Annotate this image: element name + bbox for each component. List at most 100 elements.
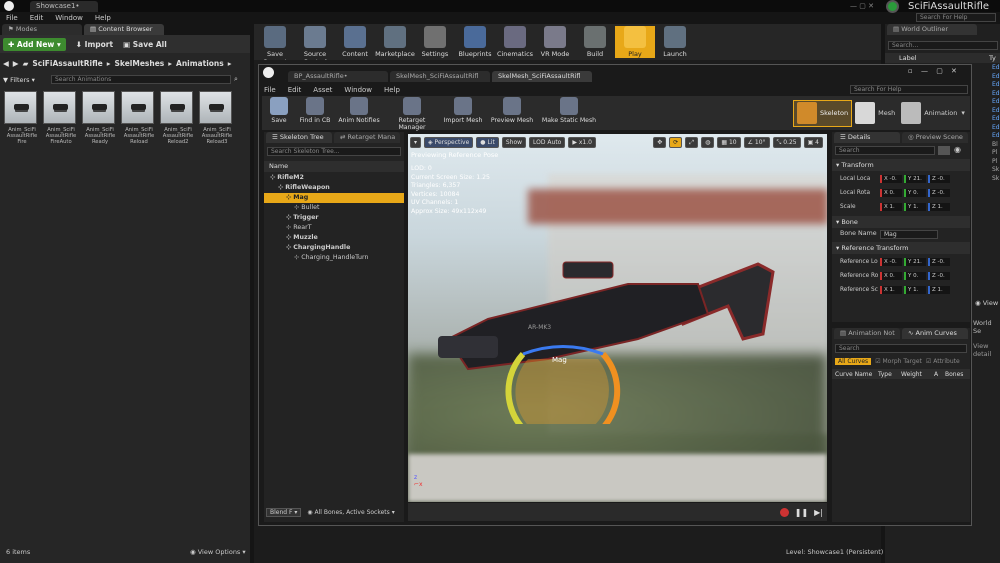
bone-row[interactable]: ⊹ ChargingHandle <box>264 243 404 253</box>
lod-button[interactable]: LOD Auto <box>529 136 566 148</box>
curve-column-header[interactable]: A <box>934 371 942 378</box>
y-value-field[interactable]: Y 21. <box>904 258 926 266</box>
world-settings-tab[interactable]: World Se <box>973 319 1000 335</box>
asset-tile[interactable]: Anim_SciFi AssaultRifle Ready <box>82 91 118 145</box>
help-search-input[interactable]: Search For Help <box>916 13 996 22</box>
tab-skeleton-tree[interactable]: ☰ Skeleton Tree <box>266 132 332 143</box>
editor-tool-preview-mesh[interactable]: Preview Mesh <box>487 97 537 124</box>
search-animations-input[interactable]: Search Animations <box>51 75 231 84</box>
camera-speed-button[interactable]: ▣ 4 <box>803 136 823 148</box>
tab-animation-notifies[interactable]: ▤ Animation Not <box>834 328 900 339</box>
editor-menu-item[interactable]: Asset <box>313 86 332 94</box>
z-value-field[interactable]: Z -0. <box>928 258 950 266</box>
curve-column-header[interactable]: Bones <box>945 371 965 378</box>
y-value-field[interactable]: Y 0. <box>904 272 926 280</box>
mode-animation-button[interactable]: Animation ▾ <box>898 100 968 127</box>
tab-details[interactable]: ☰ Details <box>834 132 900 143</box>
x-value-field[interactable]: X 1. <box>880 203 902 211</box>
bone-header[interactable]: ▾ Bone <box>832 216 970 228</box>
editor-menu-item[interactable]: File <box>264 86 276 94</box>
world-icon[interactable]: ◍ <box>701 136 715 148</box>
z-value-field[interactable]: Z -0. <box>928 272 950 280</box>
z-value-field[interactable]: Z -0. <box>928 175 950 183</box>
editor-tool-find-in-cb[interactable]: Find in CB <box>297 97 333 124</box>
all-curves-button[interactable]: All Curves <box>835 358 872 365</box>
bone-row[interactable]: ⊹ Bullet <box>264 203 404 213</box>
chevron-down-icon[interactable]: ▾ <box>961 109 965 117</box>
toolbar-button-vr-mode[interactable]: VR Mode <box>535 26 575 58</box>
toolbar-button-marketplace[interactable]: Marketplace <box>375 26 415 58</box>
bone-filter-button[interactable]: ◉ All Bones, Active Sockets ▾ <box>307 509 394 516</box>
toolbar-button-build[interactable]: Build <box>575 26 615 58</box>
bone-row[interactable]: ⊹ RearT <box>264 223 404 233</box>
eye-icon[interactable]: ◉ <box>954 145 961 154</box>
record-icon[interactable] <box>779 507 789 517</box>
scale-snap-button[interactable]: ⤡ 0.25 <box>772 136 801 148</box>
grid-snap-button[interactable]: ▦ 10 <box>717 136 741 148</box>
breadcrumb-item[interactable]: SkelMeshes <box>115 59 165 68</box>
level-tab[interactable]: Showcase1• <box>30 1 98 12</box>
asset-tile[interactable]: Anim_SciFi AssaultRifle Reload <box>121 91 157 145</box>
view-options-button[interactable]: ◉ View Options ▾ <box>190 548 246 556</box>
y-value-field[interactable]: Y 0. <box>904 189 926 197</box>
grid-view-icon[interactable] <box>938 146 950 155</box>
show-button[interactable]: Show <box>501 136 527 148</box>
x-value-field[interactable]: X 0. <box>880 272 902 280</box>
toolbar-button-play[interactable]: Play <box>615 26 655 58</box>
curves-search-input[interactable]: Search <box>835 344 967 353</box>
editor-menu-item[interactable]: Edit <box>288 86 302 94</box>
skeleton-search-input[interactable]: Search Skeleton Tree... <box>267 147 401 156</box>
save-all-button[interactable]: ▣ Save All <box>123 40 167 49</box>
tab-preview-scene[interactable]: ◎ Preview Scene <box>902 132 968 143</box>
perspective-button[interactable]: ◈ Perspective <box>424 136 474 148</box>
bone-name-field[interactable]: Mag <box>880 229 938 239</box>
editor-tool-make-static-mesh[interactable]: Make Static Mesh <box>540 97 598 124</box>
menu-item[interactable]: Edit <box>30 14 44 22</box>
breadcrumb-item[interactable]: SciFiAssaultRifle <box>32 59 102 68</box>
x-value-field[interactable]: X 1. <box>880 286 902 294</box>
curve-column-header[interactable]: Curve Name <box>835 371 875 378</box>
viewport-options-button[interactable]: ▾ <box>410 136 422 148</box>
rotate-icon[interactable]: ⟳ <box>669 136 683 148</box>
pause-icon[interactable]: ❚❚ <box>795 508 808 517</box>
transform-header[interactable]: ▾ Transform <box>832 159 970 171</box>
editor-tool-save[interactable]: Save <box>264 97 294 124</box>
window-controls[interactable]: — ▢ ✕ <box>850 2 880 10</box>
bone-row[interactable]: ⊹ RifleWeapon <box>264 183 404 193</box>
z-value-field[interactable]: Z 1. <box>928 203 950 211</box>
breadcrumb-item[interactable]: Animations <box>176 59 224 68</box>
source-control-status-icon[interactable] <box>886 0 899 13</box>
blend-profile-button[interactable]: Blend F ▾ <box>266 507 302 517</box>
asset-tile[interactable]: Anim_SciFi AssaultRifle Reload3 <box>199 91 235 145</box>
translate-icon[interactable]: ✥ <box>653 136 667 148</box>
y-value-field[interactable]: Y 1. <box>904 203 926 211</box>
outliner-view-button[interactable]: ◉ View <box>975 299 998 307</box>
editor-tool-retarget-manager[interactable]: Retarget Manager <box>385 97 439 131</box>
editor-tool-anim-notifies[interactable]: Anim Notifies <box>336 97 382 124</box>
forward-arrow-icon[interactable]: ▶ <box>13 59 19 68</box>
bone-row[interactable]: ⊹ Charging_HandleTurn <box>264 253 404 263</box>
label-column[interactable]: Label <box>899 54 989 62</box>
outliner-search-input[interactable]: Search... <box>888 41 998 50</box>
scale-icon[interactable]: ⤢ <box>685 136 699 148</box>
tab-modes[interactable]: ⚑ Modes <box>2 24 82 35</box>
filters-button[interactable]: ▼ Filters ▾ <box>3 76 51 84</box>
bone-row[interactable]: ⊹ RifleM2 <box>264 173 404 183</box>
toolbar-button-blueprints[interactable]: Blueprints <box>455 26 495 58</box>
x-value-field[interactable]: X 0. <box>880 189 902 197</box>
bone-row[interactable]: ⊹ Muzzle <box>264 233 404 243</box>
editor-tab[interactable]: BP_AssaultRifle• <box>288 71 388 82</box>
tab-anim-curves[interactable]: ∿ Anim Curves <box>902 328 968 339</box>
lit-button[interactable]: ● Lit <box>476 136 499 148</box>
import-button[interactable]: ⬇ Import <box>76 40 113 49</box>
x-value-field[interactable]: X -0. <box>880 258 902 266</box>
mode-mesh-button[interactable]: Mesh <box>852 100 898 127</box>
editor-menu-item[interactable]: Help <box>384 86 400 94</box>
y-value-field[interactable]: Y 1. <box>904 286 926 294</box>
toolbar-button-settings[interactable]: Settings <box>415 26 455 58</box>
curve-column-header[interactable]: Weight <box>901 371 931 378</box>
tab-world-outliner[interactable]: ▤ World Outliner <box>887 24 977 35</box>
toolbar-button-content[interactable]: Content <box>335 26 375 58</box>
angle-snap-button[interactable]: ∠ 10° <box>743 136 770 148</box>
editor-tool-import-mesh[interactable]: Import Mesh <box>442 97 484 124</box>
